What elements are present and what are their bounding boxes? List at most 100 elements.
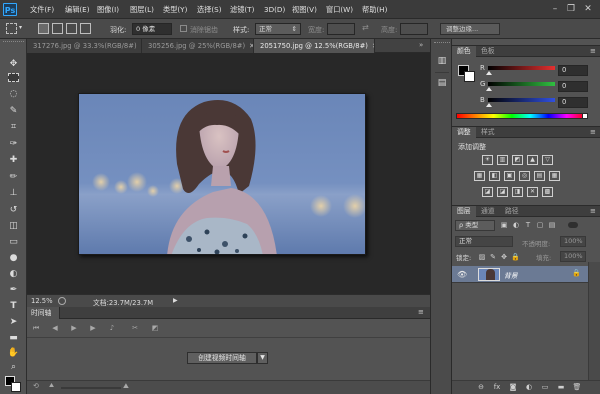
layers-panel-menu-icon[interactable]: ≡ [590, 207, 596, 215]
layers-scrollbar[interactable] [588, 262, 600, 380]
status-menu-arrow-icon[interactable]: ▶ [173, 297, 178, 304]
lasso-tool-icon[interactable]: ◌ [7, 89, 20, 100]
filter-pixel-icon[interactable]: ▣ [500, 221, 508, 229]
menu-view[interactable]: 视图(V) [292, 5, 317, 15]
path-select-tool-icon[interactable]: ➤ [7, 317, 20, 328]
green-slider[interactable] [488, 82, 555, 86]
white-swatch[interactable] [582, 113, 588, 119]
refine-edge-button[interactable]: 调整边缘... [440, 23, 500, 35]
blend-mode-select[interactable]: 正常 [455, 236, 513, 247]
background-color-swatch[interactable] [11, 382, 21, 392]
zoom-in-icon[interactable]: ⛰ [123, 382, 129, 391]
lock-all-icon[interactable]: 🔒 [511, 253, 520, 261]
green-slider-thumb[interactable] [486, 87, 492, 91]
marquee-preset-icon[interactable] [6, 23, 17, 34]
background-color-icon[interactable] [464, 71, 475, 82]
gradient-tool-icon[interactable]: ▭ [7, 237, 20, 248]
color-panel-menu-icon[interactable]: ≡ [590, 47, 596, 55]
minimize-icon[interactable]: – [548, 3, 562, 15]
rectangle-tool-icon[interactable]: ▬ [7, 333, 20, 344]
delete-layer-icon[interactable]: 🗑 [572, 382, 582, 392]
filter-adjustment-icon[interactable]: ◐ [512, 221, 520, 229]
timeline-mode-dropdown-icon[interactable]: ▼ [257, 352, 268, 364]
tab-paths[interactable]: 路径 [500, 206, 524, 218]
black-white-icon[interactable]: ▣ [504, 171, 515, 181]
transition-icon[interactable]: ◩ [149, 323, 161, 333]
document-tab-active[interactable]: 2051750.jpg @ 12.5%(RGB/8#) ✕ [254, 39, 375, 53]
channel-mixer-icon[interactable]: ▤ [534, 171, 545, 181]
filter-type-icon[interactable]: T [524, 221, 532, 229]
height-input[interactable] [400, 23, 428, 35]
subtract-selection-icon[interactable] [66, 23, 77, 34]
style-select[interactable]: 正常 ⇕ [255, 23, 301, 35]
curves-icon[interactable]: ◩ [512, 155, 523, 165]
link-layers-icon[interactable]: ⊖ [476, 382, 486, 392]
tab-color[interactable]: 颜色 [452, 46, 476, 58]
adjustments-panel-menu-icon[interactable]: ≡ [590, 128, 596, 136]
document-photo[interactable] [78, 93, 366, 255]
zoom-out-icon[interactable]: ⛰ [49, 382, 54, 390]
tab-layers[interactable]: 图层 [452, 206, 476, 218]
document-tab[interactable]: 317276.jpg @ 33.3%(RGB/8#)✕ [27, 39, 142, 53]
lock-transparent-icon[interactable]: ▨ [478, 253, 486, 261]
exposure-icon[interactable]: ▲ [527, 155, 538, 165]
levels-icon[interactable]: ▥ [497, 155, 508, 165]
new-selection-icon[interactable] [38, 23, 49, 34]
layer-style-icon[interactable]: fx [492, 382, 502, 392]
zoom-level[interactable]: 12.5% [31, 297, 53, 305]
fill-input[interactable]: 100% [560, 251, 586, 262]
tab-close-icon[interactable]: ✕ [372, 42, 374, 50]
create-video-timeline-button[interactable]: 创建视频时间轴 [187, 352, 257, 364]
prev-frame-icon[interactable]: ◀ [49, 323, 61, 333]
color-lookup-icon[interactable]: ▦ [549, 171, 560, 181]
marquee-tool-icon[interactable] [8, 73, 19, 82]
tab-timeline[interactable]: 时间轴 [27, 307, 61, 319]
eraser-tool-icon[interactable]: ◫ [7, 221, 20, 232]
new-adjustment-icon[interactable]: ◐ [524, 382, 534, 392]
lock-position-icon[interactable]: ✥ [500, 253, 508, 261]
tab-styles[interactable]: 样式 [476, 127, 500, 139]
healing-brush-tool-icon[interactable]: ✚ [7, 155, 20, 166]
width-input[interactable] [327, 23, 355, 35]
tab-channels[interactable]: 通道 [476, 206, 500, 218]
intersect-selection-icon[interactable] [80, 23, 91, 34]
new-group-icon[interactable]: ▭ [540, 382, 550, 392]
toolbar-grip[interactable] [3, 41, 24, 44]
pen-tool-icon[interactable]: ✒ [7, 285, 20, 296]
filter-toggle[interactable] [568, 222, 578, 228]
zoom-tool-icon[interactable]: ⌕ [7, 362, 20, 373]
filter-shape-icon[interactable]: ▢ [536, 221, 544, 229]
play-icon[interactable]: ▶ [68, 323, 80, 333]
tabs-overflow-icon[interactable]: » [419, 41, 423, 49]
next-frame-icon[interactable]: ▶ [87, 323, 99, 333]
vibrance-icon[interactable]: ▽ [542, 155, 553, 165]
menu-type[interactable]: 类型(Y) [163, 5, 187, 15]
green-value[interactable]: 0 [558, 81, 588, 92]
hue-saturation-icon[interactable]: ▦ [474, 171, 485, 181]
photo-filter-icon[interactable]: ◎ [519, 171, 530, 181]
red-slider[interactable] [488, 66, 555, 70]
layer-row-background[interactable]: 👁 背景 🔒 [452, 266, 588, 283]
type-tool-icon[interactable]: T [7, 301, 20, 312]
move-tool-icon[interactable]: ✥ [7, 59, 20, 70]
document-tab[interactable]: 305256.jpg @ 25%(RGB/8#)✕ [142, 39, 254, 53]
selective-color-icon[interactable]: ✕ [527, 187, 538, 197]
dock-grip[interactable] [434, 42, 450, 45]
clone-stamp-tool-icon[interactable]: ⊥ [7, 188, 20, 199]
status-info-icon[interactable] [58, 297, 66, 305]
crop-tool-icon[interactable]: ⌗ [7, 122, 20, 133]
timeline-menu-icon[interactable]: ≡ [418, 308, 424, 316]
posterize-icon[interactable]: ◪ [497, 187, 508, 197]
convert-frames-icon[interactable]: ⟲ [33, 382, 39, 390]
restore-icon[interactable]: ❐ [564, 3, 578, 15]
blur-tool-icon[interactable]: ● [7, 253, 20, 264]
blue-value[interactable]: 0 [558, 97, 588, 108]
timeline-zoom-slider[interactable] [61, 387, 121, 389]
tab-adjustments[interactable]: 调整 [452, 127, 476, 139]
history-panel-icon[interactable]: ▥ [436, 55, 448, 67]
red-value[interactable]: 0 [558, 65, 588, 76]
color-spectrum-bar[interactable] [456, 113, 586, 119]
lock-pixels-icon[interactable]: ✎ [489, 253, 497, 261]
tab-swatches[interactable]: 色板 [476, 46, 500, 58]
new-layer-icon[interactable]: ▬ [556, 382, 566, 392]
